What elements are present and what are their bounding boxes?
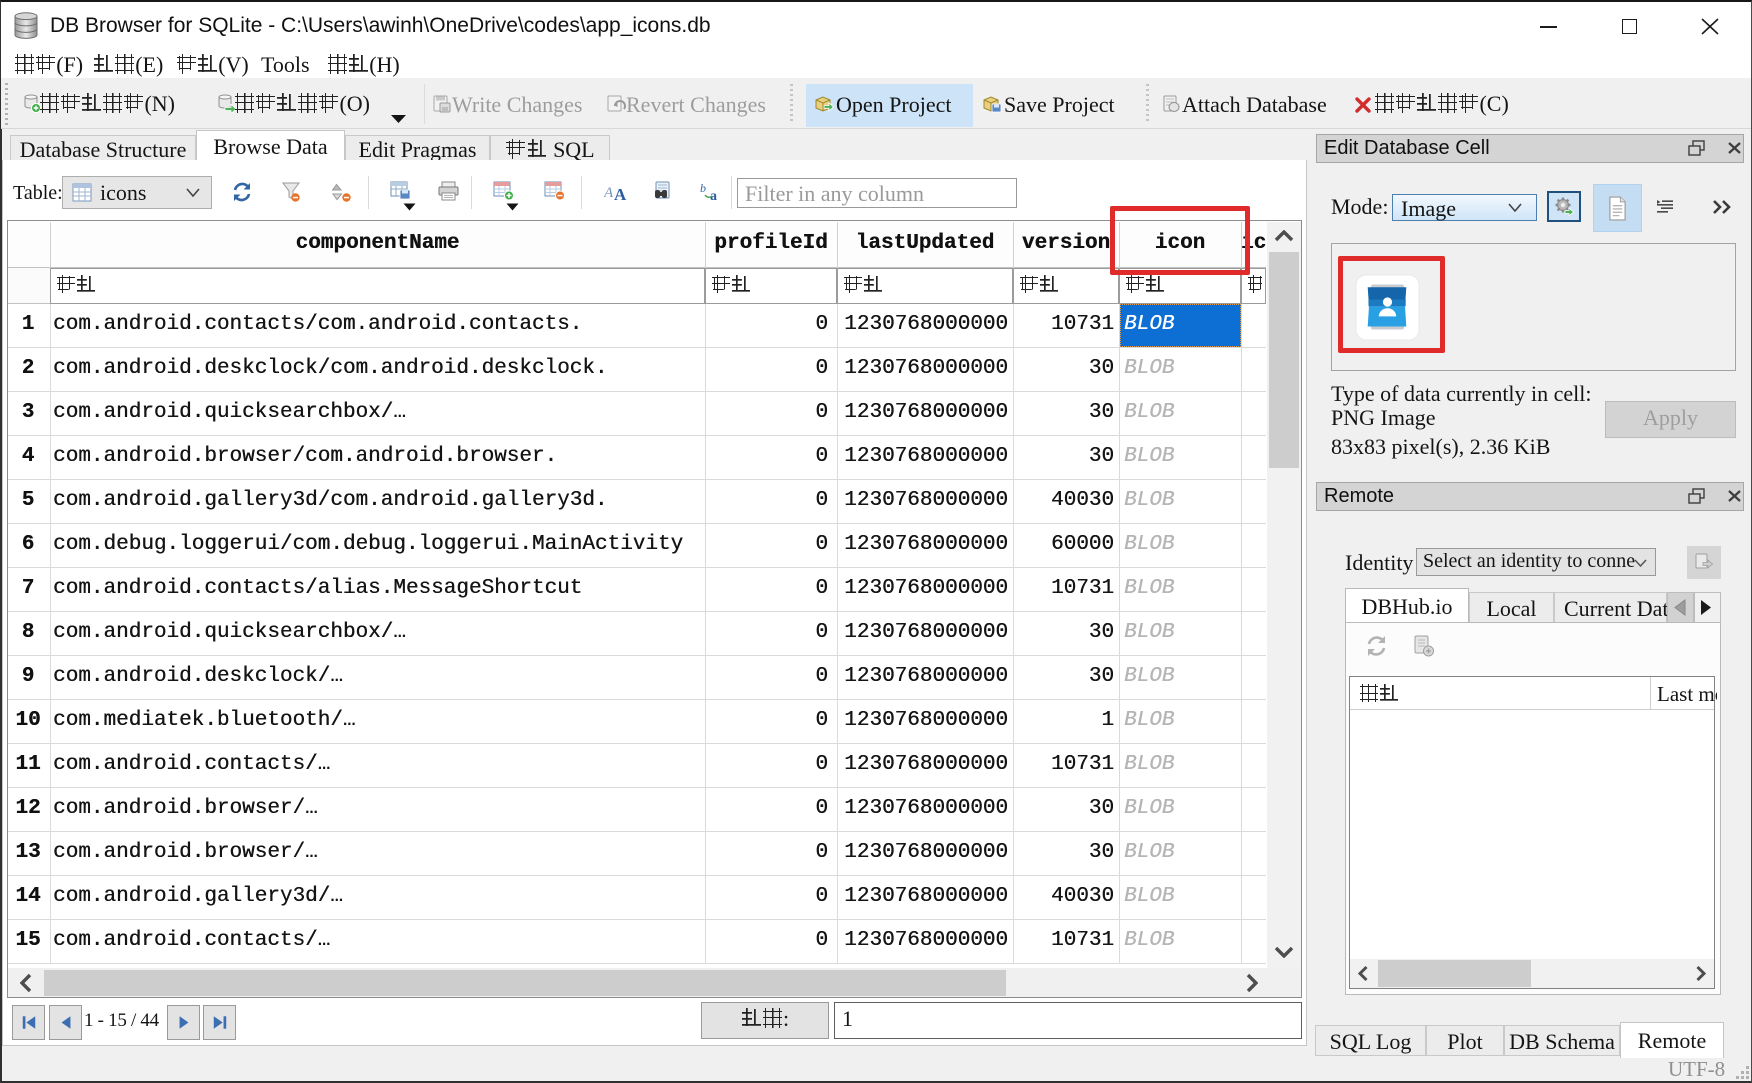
svg-text:A: A (604, 185, 614, 201)
svg-text:b: b (700, 182, 706, 195)
svg-text:a: a (710, 189, 717, 202)
svg-text:A: A (614, 185, 627, 202)
